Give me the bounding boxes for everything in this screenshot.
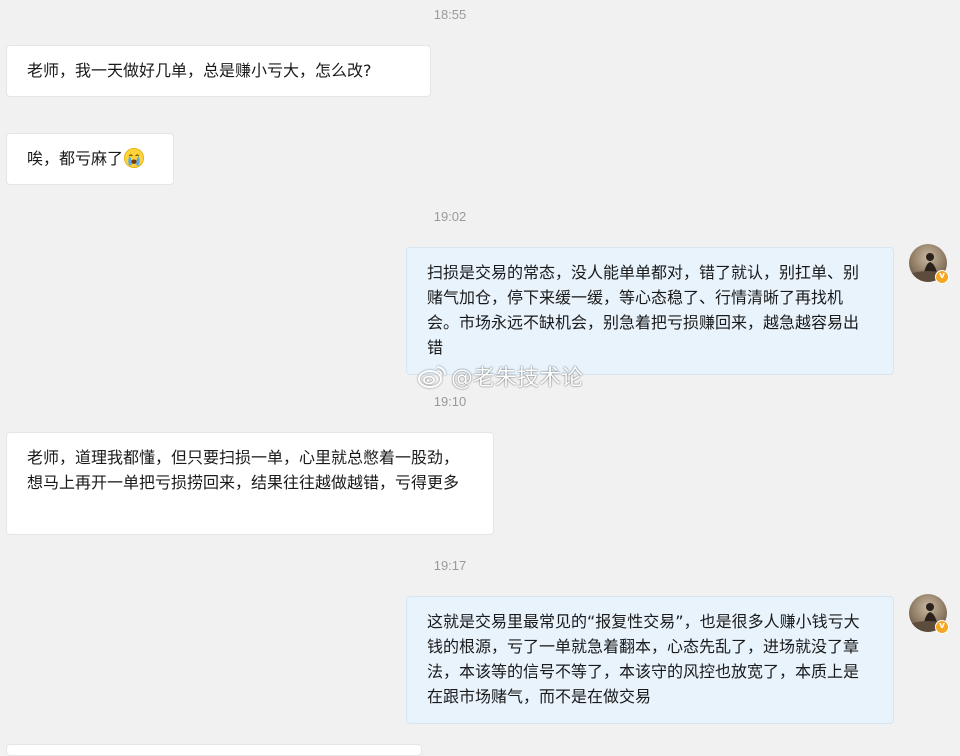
crying-face-icon <box>124 148 145 168</box>
timestamp: 19:17 <box>433 558 467 573</box>
message-text: 扫损是交易的常态，没人能单单都对，错了就认，别扛单、别赌气加仓，停下来缓一缓，等… <box>427 263 860 357</box>
watermark-text: @老朱技术论 <box>451 366 584 391</box>
avatar[interactable]: v <box>909 594 949 634</box>
message-text: 唉，都亏麻了 <box>27 149 124 168</box>
timestamp: 18:55 <box>433 7 467 22</box>
verified-badge-icon: v <box>935 270 949 284</box>
verified-badge-icon: v <box>935 620 949 634</box>
avatar[interactable]: v <box>909 244 949 284</box>
outgoing-message-bubble[interactable]: 这就是交易里最常见的“报复性交易”，也是很多人赚小钱亏大钱的根源，亏了一单就急着… <box>406 596 894 724</box>
incoming-message-bubble[interactable]: 唉，都亏麻了 <box>6 133 174 185</box>
incoming-message-bubble-partial[interactable] <box>6 744 422 756</box>
timestamp: 19:10 <box>433 394 467 409</box>
incoming-message-bubble[interactable]: 老师，我一天做好几单，总是赚小亏大，怎么改? <box>6 45 431 97</box>
outgoing-message-bubble[interactable]: 扫损是交易的常态，没人能单单都对，错了就认，别扛单、别赌气加仓，停下来缓一缓，等… <box>406 247 894 375</box>
message-text: 老师，道理我都懂，但只要扫损一单，心里就总憋着一股劲，想马上再开一单把亏损捞回来… <box>27 448 460 492</box>
timestamp: 19:02 <box>433 209 467 224</box>
message-text: 老师，我一天做好几单，总是赚小亏大，怎么改? <box>27 61 372 80</box>
watermark: @老朱技术论 <box>417 360 583 392</box>
weibo-icon <box>418 366 446 388</box>
message-text: 这就是交易里最常见的“报复性交易”，也是很多人赚小钱亏大钱的根源，亏了一单就急着… <box>427 612 860 706</box>
incoming-message-bubble[interactable]: 老师，道理我都懂，但只要扫损一单，心里就总憋着一股劲，想马上再开一单把亏损捞回来… <box>6 432 494 535</box>
